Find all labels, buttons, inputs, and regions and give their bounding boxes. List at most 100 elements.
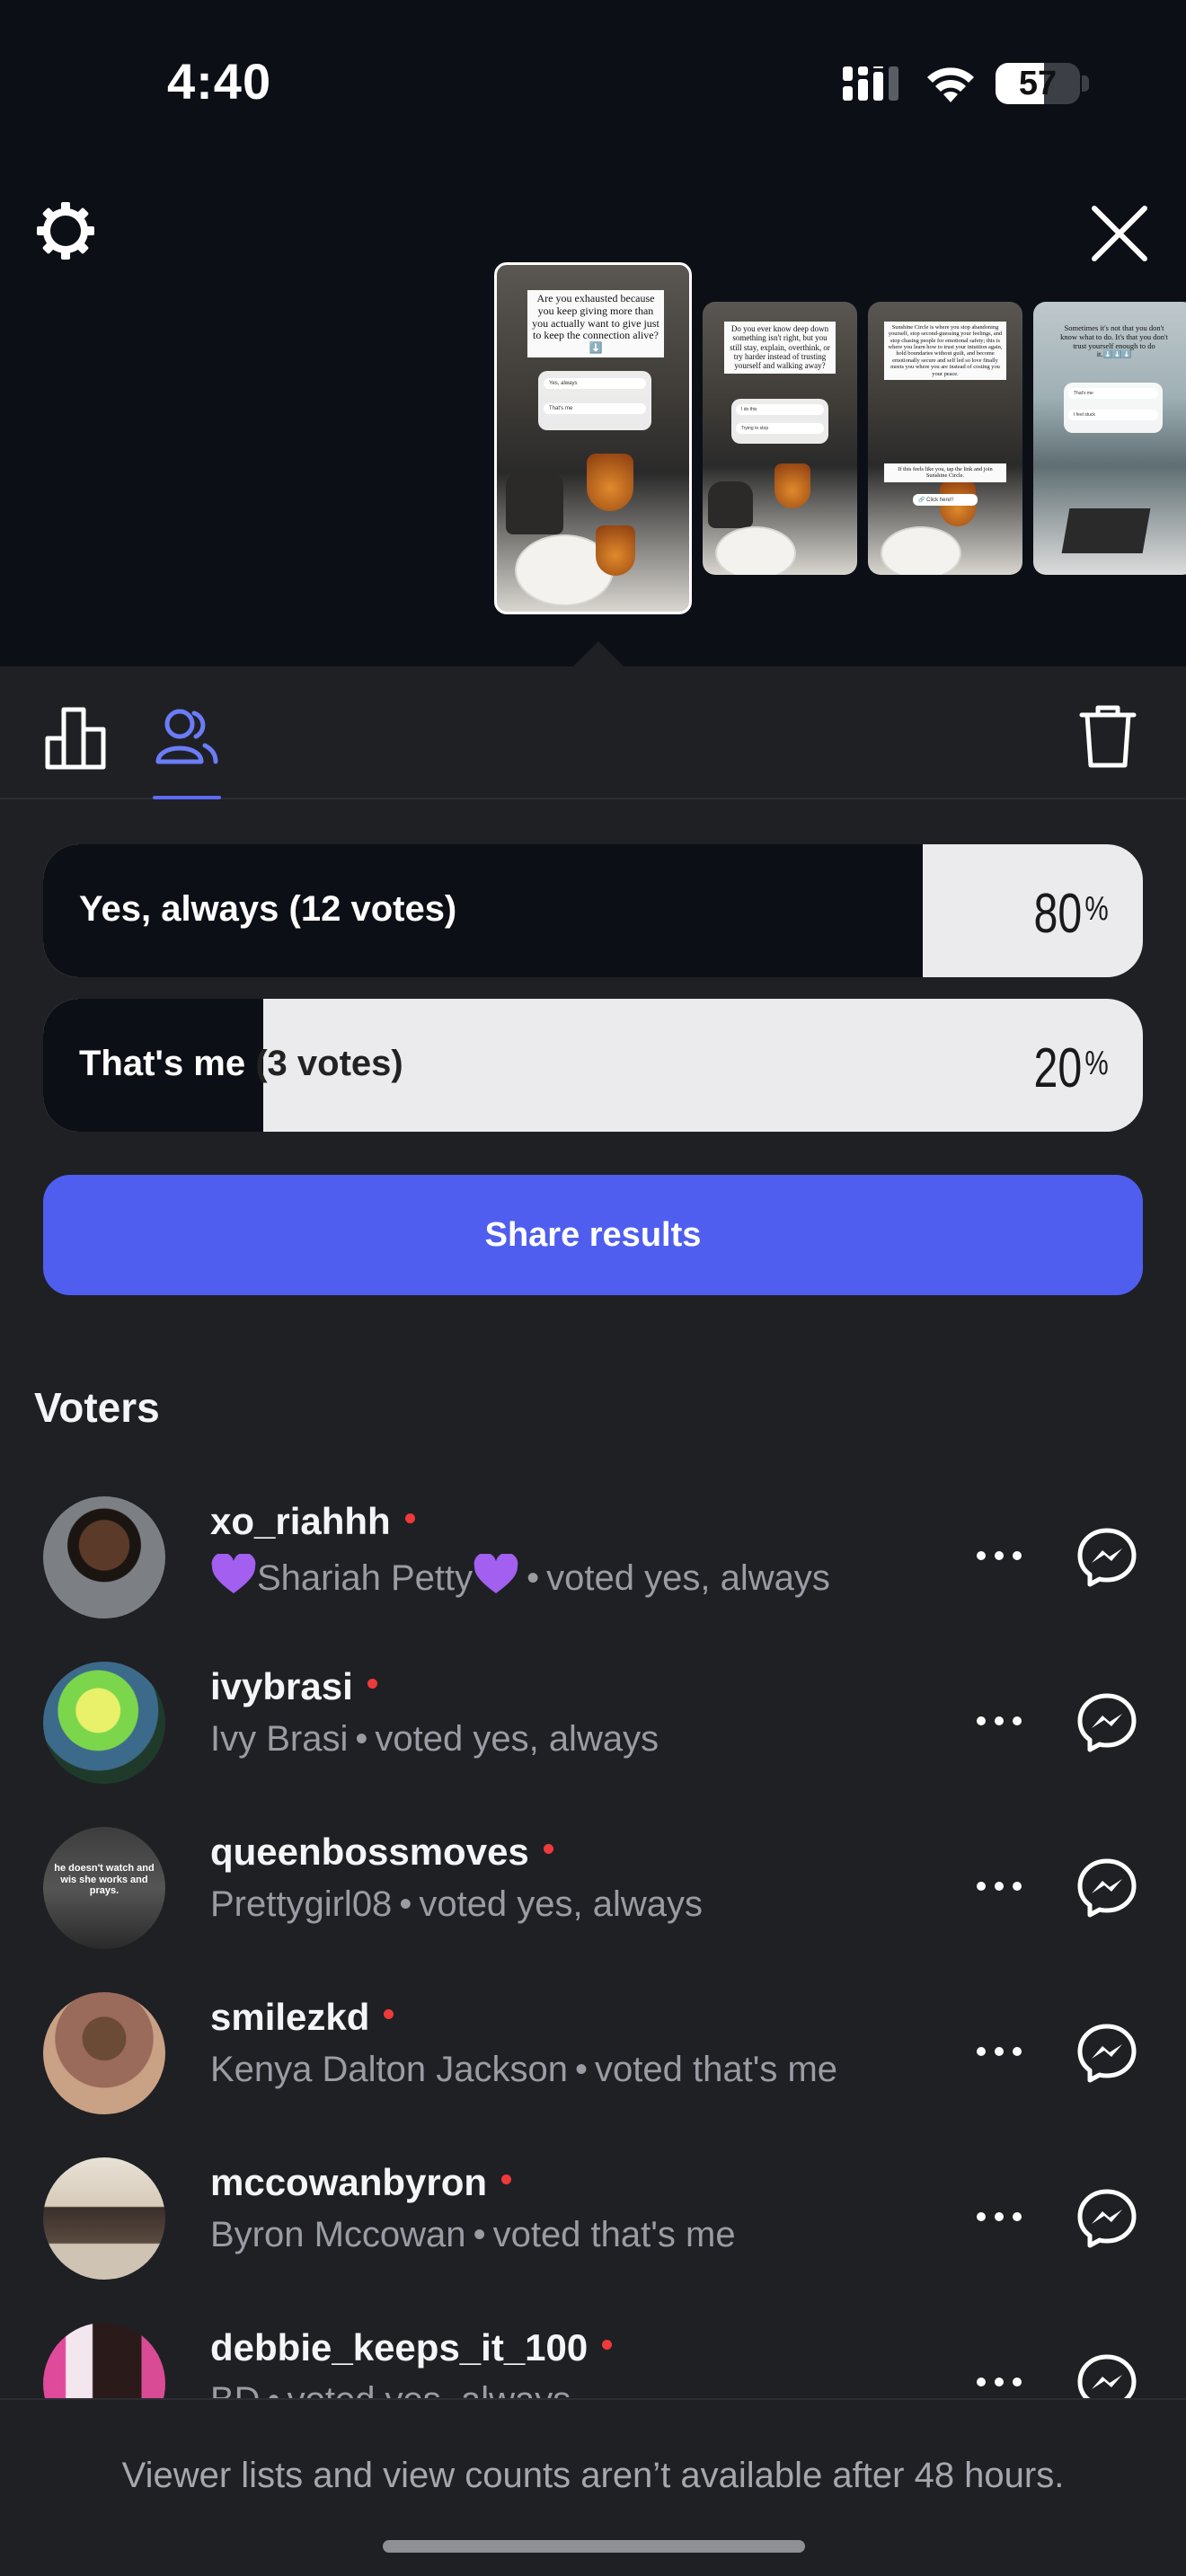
cellular-signal-icon — [843, 66, 898, 101]
voter-full-name: Byron Mccowan — [210, 2215, 466, 2254]
voter-username-text: queenbossmoves — [210, 1831, 529, 1873]
story-footer-text: If this feels like you, tap the link and… — [884, 463, 1006, 482]
poll-option-label: That's me (3 votes) — [79, 1044, 403, 1084]
results-tab-bar — [0, 666, 1186, 799]
bar-chart-icon[interactable] — [43, 704, 110, 771]
voter-details: Prettygirl08 • voted yes, always — [210, 1884, 703, 1925]
poll-option-percent-value: 20 — [1033, 1037, 1083, 1099]
story-thumbnail-2[interactable]: Do you ever know deep down something isn… — [703, 302, 857, 575]
voter-full-name: Ivy Brasi — [210, 1719, 349, 1759]
more-options-icon[interactable] — [974, 1877, 1024, 1895]
poll-option-yes-always: Yes, always (12 votes) 80% — [43, 844, 1143, 977]
poll-sticker-option: I feel stuck — [1068, 410, 1158, 420]
close-icon[interactable] — [1089, 203, 1150, 264]
avatar-caption: he doesn't watch and wis she works and p… — [54, 1863, 155, 1897]
avatar[interactable] — [43, 1662, 165, 1784]
handbag-image — [708, 481, 753, 528]
poll-sticker: I do this Trying to stop — [731, 399, 828, 444]
voter-choice: voted that's me — [492, 2215, 736, 2254]
drink-glass-image-2 — [596, 525, 635, 576]
separator: • — [399, 1884, 412, 1924]
purple-heart-icon — [211, 1554, 256, 1593]
story-thumbnail-3[interactable]: Sunshine Circle is where you stop abando… — [868, 302, 1022, 575]
voters-heading: Voters — [34, 1384, 160, 1431]
avatar[interactable] — [43, 2157, 165, 2280]
poll-sticker-option: I do this — [736, 404, 824, 415]
voter-details: Byron Mccowan • voted that's me — [210, 2215, 736, 2255]
handbag-image — [506, 472, 563, 534]
plate-image — [881, 526, 961, 575]
avatar[interactable] — [43, 1992, 165, 2114]
voter-full-name: Prettygirl08 — [210, 1884, 393, 1924]
results-sheet: Yes, always (12 votes) 80% That's me (3 … — [0, 666, 1186, 2576]
avatar[interactable] — [43, 1496, 165, 1619]
messenger-icon[interactable] — [1075, 1525, 1139, 1590]
voter-username-text: debbie_keeps_it_100 — [210, 2326, 589, 2369]
voter-username[interactable]: xo_riahhh — [210, 1500, 415, 1543]
voter-username[interactable]: smilezkd — [210, 1996, 394, 2039]
poll-sticker-option: Yes, always — [544, 378, 646, 389]
share-results-button[interactable]: Share results — [43, 1175, 1143, 1295]
voter-username-text: mccowanbyron — [210, 2161, 488, 2203]
more-options-icon[interactable] — [974, 1712, 1024, 1730]
voter-username[interactable]: debbie_keeps_it_100 — [210, 2326, 613, 2369]
more-options-icon[interactable] — [974, 2042, 1024, 2060]
poll-sticker-option: That's me — [1068, 388, 1158, 399]
online-status-dot — [543, 1844, 553, 1854]
story-thumbnail-4[interactable]: Sometimes it's not that you don't know w… — [1033, 302, 1186, 575]
purple-heart-icon — [474, 1554, 518, 1593]
story-thumbnail-1[interactable]: Are you exhausted because you keep givin… — [494, 262, 692, 614]
voter-choice: voted yes, always — [375, 1719, 659, 1759]
voter-row[interactable]: smilezkd Kenya Dalton Jackson • voted that… — [0, 1971, 1186, 2136]
separator: • — [473, 2215, 486, 2254]
online-status-dot — [367, 1679, 377, 1689]
battery-cap — [1082, 75, 1089, 92]
poll-option-thats-me: That's me (3 votes) 20% — [43, 999, 1143, 1132]
trash-icon[interactable] — [1078, 702, 1137, 771]
home-indicator[interactable] — [383, 2540, 805, 2553]
poll-option-label-start: Yes, always (12 votes) — [79, 889, 457, 929]
voter-row[interactable]: xo_riahhh Shariah Petty • voted yes, alway… — [0, 1475, 1186, 1640]
voter-details: Ivy Brasi • voted yes, always — [210, 1719, 659, 1760]
more-options-icon[interactable] — [974, 1547, 1024, 1565]
messenger-icon[interactable] — [1075, 1856, 1139, 1920]
poll-option-label-end: (3 votes) — [245, 1044, 403, 1083]
status-time: 4:40 — [167, 53, 272, 110]
story-question-text: Are you exhausted because you keep givin… — [527, 290, 664, 357]
active-tab-indicator — [153, 796, 221, 799]
poll-sticker-option: That's me — [544, 403, 646, 414]
voter-row[interactable]: mccowanbyron Byron Mccowan • voted that's … — [0, 2136, 1186, 2301]
percent-sign: % — [1084, 1045, 1109, 1082]
voter-details: Kenya Dalton Jackson • voted that's me — [210, 2050, 837, 2090]
viewer-list-notice: Viewer lists and view counts aren’t avai… — [121, 2456, 1065, 2495]
voter-row[interactable]: he doesn't watch and wis she works and p… — [0, 1805, 1186, 1971]
plate-image — [715, 526, 796, 575]
messenger-icon[interactable] — [1075, 2186, 1139, 2251]
voter-choice: voted that's me — [595, 2050, 838, 2089]
voter-username[interactable]: ivybrasi — [210, 1665, 377, 1708]
more-options-icon[interactable] — [974, 2373, 1024, 2391]
story-link-sticker[interactable]: 🔗 Click here!! — [913, 494, 978, 506]
voter-username[interactable]: queenbossmoves — [210, 1831, 553, 1874]
poll-option-label: Yes, always (12 votes) — [79, 889, 456, 930]
gear-icon[interactable] — [34, 199, 97, 262]
battery-indicator: 57 — [996, 63, 1080, 104]
voter-username-text: xo_riahhh — [210, 1500, 391, 1542]
more-options-icon[interactable] — [974, 2208, 1024, 2226]
messenger-icon[interactable] — [1075, 2021, 1139, 2086]
online-status-dot — [404, 1513, 415, 1523]
drink-glass-image — [774, 463, 810, 508]
voter-row[interactable]: ivybrasi Ivy Brasi • voted yes, always — [0, 1640, 1186, 1805]
selected-story-caret — [571, 641, 625, 668]
online-status-dot — [602, 2340, 613, 2350]
percent-sign: % — [1084, 890, 1109, 928]
story-question-text: Do you ever know deep down something isn… — [724, 322, 836, 374]
avatar[interactable]: he doesn't watch and wis she works and p… — [43, 1827, 165, 1949]
wifi-icon — [927, 67, 974, 102]
story-info-text: Sunshine Circle is where you stop abando… — [884, 322, 1006, 380]
voter-choice: voted yes, always — [546, 1558, 830, 1598]
poll-option-label-start: That's me — [79, 1044, 246, 1083]
messenger-icon[interactable] — [1075, 1690, 1139, 1755]
people-icon[interactable] — [153, 702, 219, 769]
voter-username[interactable]: mccowanbyron — [210, 2161, 512, 2204]
